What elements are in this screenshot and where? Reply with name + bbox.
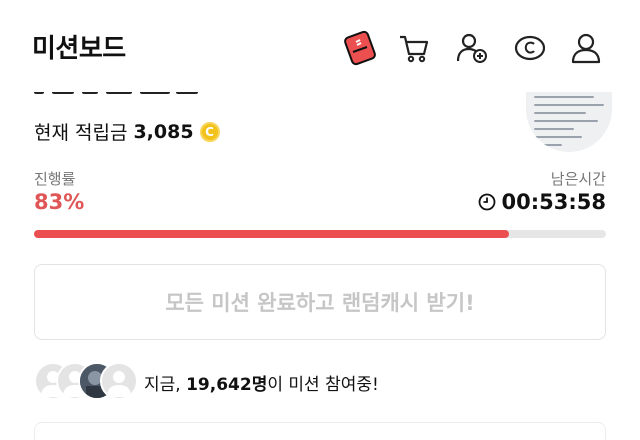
remaining-time-label: 남은시간 (550, 170, 606, 188)
profile-icon-graphic (571, 33, 601, 64)
remaining-time: 00:53:58 (478, 190, 606, 214)
progress-label: 진행률 (34, 170, 76, 188)
profile-icon[interactable] (566, 28, 606, 68)
coin-c-icon-graphic (514, 35, 546, 61)
progress-bar-fill (34, 230, 509, 238)
mission-card[interactable] (34, 422, 606, 440)
coin-icon: C (199, 121, 220, 142)
participant-avatars (34, 362, 138, 402)
avatar (100, 362, 138, 400)
app-header: 미션보드 (0, 0, 640, 92)
points-amount: 3,085 (133, 120, 194, 143)
participants-prefix: 지금, (144, 375, 187, 395)
random-cash-button[interactable]: 모든 미션 완료하고 랜덤캐시 받기! (34, 264, 606, 340)
remaining-time-value: 00:53:58 (501, 190, 606, 214)
cart-icon[interactable] (394, 28, 434, 68)
mission-note-thumbnail[interactable] (526, 82, 612, 152)
participants-text: 지금, 19,642명이 미션 참여중! (144, 370, 379, 395)
add-friend-icon[interactable] (452, 28, 492, 68)
coin-c-icon[interactable] (510, 28, 550, 68)
clock-icon (478, 193, 495, 211)
participants-count: 19,642명 (186, 375, 268, 395)
progress-percent: 83% (34, 190, 85, 214)
current-points: 현재 적립금 3,085 C (34, 118, 220, 145)
progress-bar (34, 230, 606, 238)
add-friend-icon-graphic (456, 33, 487, 63)
page-title: 미션보드 (32, 34, 126, 64)
shoe-icon-graphic (344, 30, 376, 66)
shoe-icon[interactable] (340, 28, 380, 68)
participants-suffix: 이 미션 참여중! (267, 375, 379, 395)
cart-icon-graphic (400, 35, 429, 63)
points-label: 현재 적립금 (34, 122, 128, 144)
